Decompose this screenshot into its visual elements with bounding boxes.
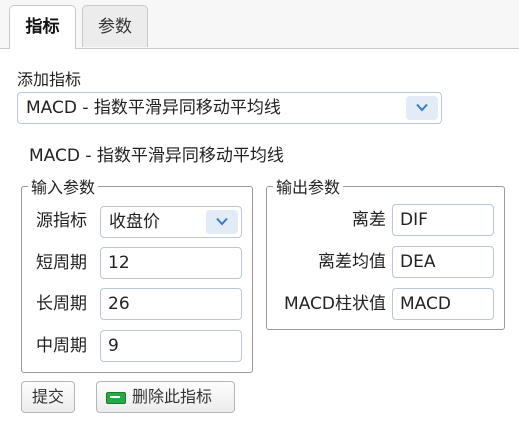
indicator-heading: MACD - 指数平滑异同移动平均线 — [29, 146, 284, 166]
tab-parameters[interactable]: 参数 — [82, 5, 148, 47]
output-params-legend: 输出参数 — [276, 178, 341, 197]
add-indicator-selected-value: MACD - 指数平滑异同移动平均线 — [26, 98, 281, 118]
short-period-label: 短周期 — [36, 253, 87, 273]
delete-indicator-button[interactable]: 删除此指标 — [96, 381, 235, 413]
tab-bar: 指标 参数 — [0, 0, 519, 49]
mid-period-input[interactable]: 9 — [100, 330, 242, 362]
add-indicator-select[interactable]: MACD - 指数平滑异同移动平均线 — [17, 92, 442, 124]
dif-label: 离差 — [352, 210, 386, 230]
source-select[interactable]: 收盘价 — [100, 206, 242, 238]
input-params-legend: 输入参数 — [31, 178, 96, 197]
remove-icon — [106, 392, 126, 404]
dea-input[interactable]: DEA — [392, 246, 494, 278]
short-period-input[interactable]: 12 — [100, 247, 242, 279]
long-period-input[interactable]: 26 — [100, 288, 242, 320]
macd-hist-label: MACD柱状值 — [284, 294, 386, 314]
macd-hist-input[interactable]: MACD — [392, 288, 494, 320]
long-period-label: 长周期 — [36, 294, 87, 314]
dif-input[interactable]: DIF — [392, 204, 494, 236]
tab-indicators[interactable]: 指标 — [9, 5, 76, 49]
chevron-down-icon — [216, 217, 228, 226]
source-dropdown-button[interactable] — [206, 210, 238, 234]
source-label: 源指标 — [36, 211, 87, 231]
mid-period-label: 中周期 — [36, 336, 87, 356]
add-indicator-label: 添加指标 — [17, 70, 82, 89]
add-indicator-dropdown-button[interactable] — [406, 96, 438, 120]
delete-indicator-label: 删除此指标 — [132, 387, 213, 406]
source-selected-value: 收盘价 — [109, 212, 160, 232]
dea-label: 离差均值 — [318, 252, 386, 272]
chevron-down-icon — [416, 103, 428, 112]
submit-button[interactable]: 提交 — [21, 381, 75, 413]
indicator-settings-panel: 指标 参数 添加指标 MACD - 指数平滑异同移动平均线 MACD - 指数平… — [0, 0, 519, 422]
